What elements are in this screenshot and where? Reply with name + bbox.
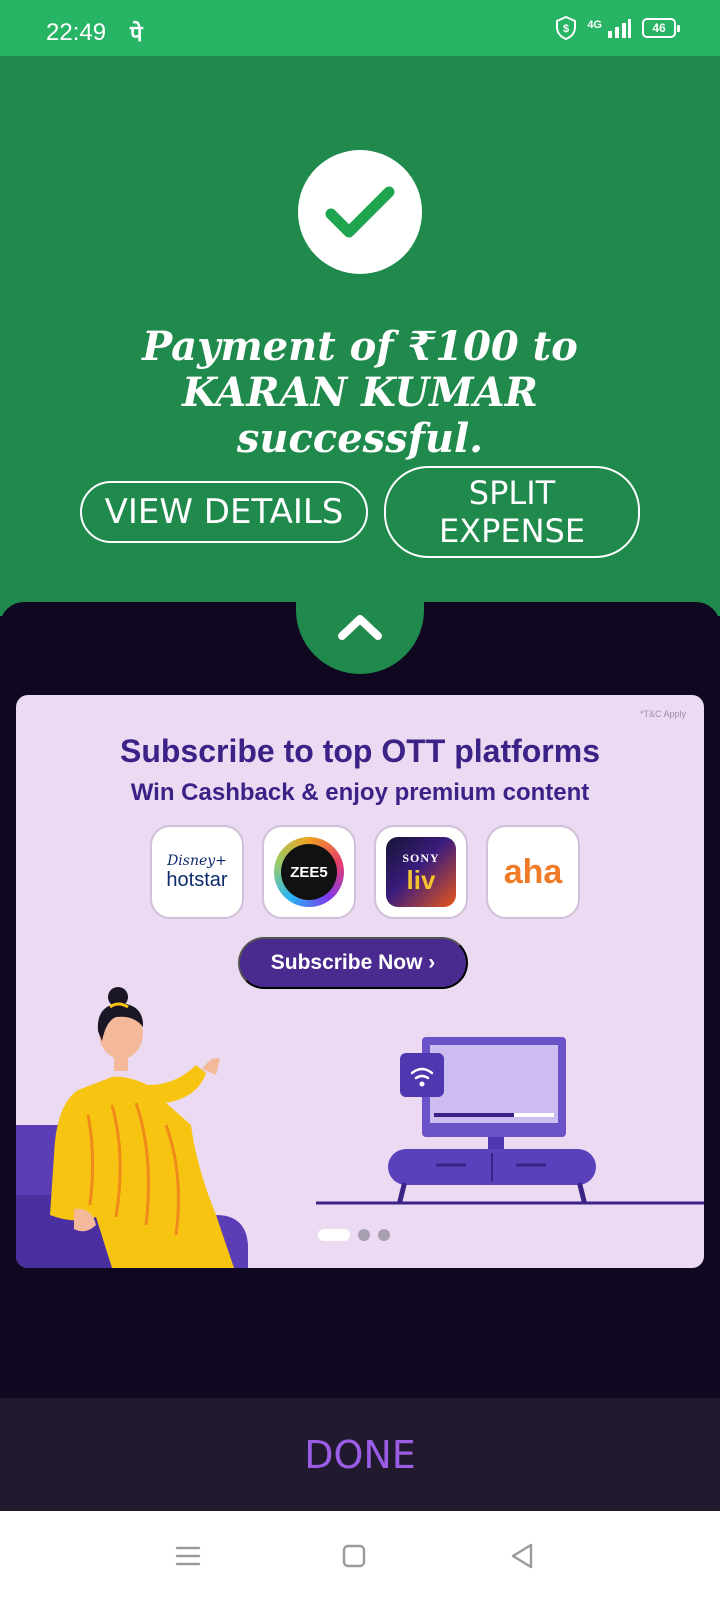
view-details-button[interactable]: VIEW DETAILS xyxy=(80,481,368,543)
banner-subtitle: Win Cashback & enjoy premium content xyxy=(130,779,590,806)
banner-title: Subscribe to top OTT platforms xyxy=(119,733,600,769)
app-indicator-icon: पे xyxy=(130,22,143,47)
hotstar-line2: hotstar xyxy=(166,869,228,891)
tc-note: *T&C Apply xyxy=(639,709,686,719)
svg-text:$: $ xyxy=(563,23,569,35)
carousel-indicator[interactable] xyxy=(318,1229,390,1241)
payment-success-section: Payment of ₹100 to KARAN KUMAR successfu… xyxy=(0,56,720,616)
ott-promo-banner[interactable]: *T&C Apply Subscribe to top OTT platform… xyxy=(16,695,704,1268)
menu-icon[interactable] xyxy=(170,1541,206,1571)
system-nav-bar xyxy=(0,1511,720,1600)
back-triangle-icon[interactable] xyxy=(504,1541,540,1571)
hotstar-line1: Disney+ xyxy=(167,853,227,869)
battery-level: 46 xyxy=(652,21,666,35)
zee5-label: ZEE5 xyxy=(281,844,337,900)
check-icon xyxy=(325,186,395,238)
subscribe-now-button[interactable]: Subscribe Now › xyxy=(238,937,468,989)
sonyliv-line1: SONY xyxy=(402,850,440,865)
carousel-dot-1[interactable] xyxy=(318,1229,350,1241)
zee5-ring-icon: ZEE5 xyxy=(274,837,344,907)
ott-platform-row: Disney+ hotstar ZEE5 SONY liv aha xyxy=(150,825,580,919)
chevron-up-icon xyxy=(338,615,382,640)
status-bar: 22:49 पे $ 4G 46 xyxy=(0,0,720,56)
sonyliv-tile: SONY liv xyxy=(386,837,456,907)
carousel-dot-3[interactable] xyxy=(378,1229,390,1241)
security-shield-icon: $ xyxy=(556,16,577,40)
signal-icon xyxy=(608,19,631,38)
payment-message: Payment of ₹100 to KARAN KUMAR successfu… xyxy=(142,323,578,462)
aha-logo: aha xyxy=(486,825,580,919)
success-check-badge xyxy=(298,150,422,274)
network-type: 4G xyxy=(587,19,602,31)
woman-illustration xyxy=(16,987,248,1268)
split-expense-button[interactable]: SPLIT EXPENSE xyxy=(384,466,640,558)
zee5-logo: ZEE5 xyxy=(262,825,356,919)
battery-icon: 46 xyxy=(642,18,680,38)
done-button[interactable]: DONE xyxy=(304,1433,416,1477)
home-square-icon[interactable] xyxy=(336,1541,372,1571)
tv-illustration xyxy=(316,1037,704,1205)
aha-label: aha xyxy=(503,852,563,891)
carousel-dot-2[interactable] xyxy=(358,1229,370,1241)
done-bar: DONE xyxy=(0,1398,720,1511)
sonyliv-logo: SONY liv xyxy=(374,825,468,919)
status-icons: $ 4G 46 xyxy=(555,16,680,40)
status-time: 22:49 xyxy=(46,19,107,46)
hotstar-logo: Disney+ hotstar xyxy=(150,825,244,919)
sonyliv-line2: liv xyxy=(406,864,436,895)
